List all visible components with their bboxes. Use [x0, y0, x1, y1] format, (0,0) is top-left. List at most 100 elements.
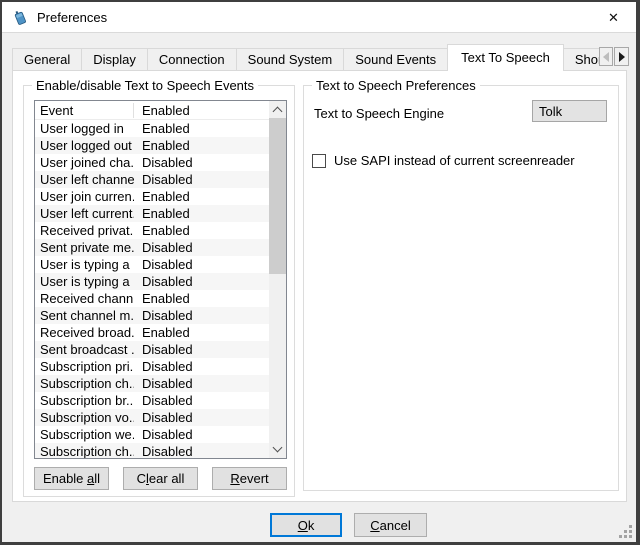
status-cell: Enabled: [134, 325, 190, 340]
event-cell: Subscription br...: [35, 393, 134, 408]
label-part: ear all: [149, 471, 184, 486]
events-list[interactable]: Event Enabled User logged inEnabledUser …: [34, 100, 287, 459]
event-cell: Sent channel m...: [35, 308, 134, 323]
ok-button[interactable]: Ok: [270, 513, 342, 537]
label-accesskey: R: [230, 471, 239, 486]
status-cell: Disabled: [134, 342, 193, 357]
label-part: ll: [94, 471, 100, 486]
event-cell: Sent private me...: [35, 240, 134, 255]
sapi-checkbox-label: Use SAPI instead of current screenreader: [334, 153, 575, 168]
event-row[interactable]: User left channelDisabled: [35, 171, 269, 188]
label-accesskey: O: [298, 518, 308, 533]
tab-page: Enable/disable Text to Speech Events Eve…: [12, 70, 627, 502]
event-cell: User left channel: [35, 172, 134, 187]
event-row[interactable]: User left current...Enabled: [35, 205, 269, 222]
title-bar: Preferences ✕: [2, 2, 636, 33]
event-row[interactable]: Sent channel m...Disabled: [35, 307, 269, 324]
event-row[interactable]: Subscription ch...Disabled: [35, 375, 269, 392]
status-cell: Disabled: [134, 257, 193, 272]
label-part: ancel: [380, 518, 411, 533]
tab-scroll-right-button[interactable]: [614, 47, 629, 66]
event-row[interactable]: Sent broadcast ...Disabled: [35, 341, 269, 358]
status-cell: Disabled: [134, 155, 193, 170]
tab-display[interactable]: Display: [81, 48, 148, 71]
status-cell: Disabled: [134, 427, 193, 442]
event-row[interactable]: User join curren...Enabled: [35, 188, 269, 205]
tab-text-to-speech[interactable]: Text To Speech: [447, 44, 564, 71]
status-cell: Disabled: [134, 410, 193, 425]
tab-scroll-left-button[interactable]: [599, 47, 613, 66]
tts-preferences-group: Text to Speech Preferences Text to Speec…: [303, 85, 619, 491]
event-row[interactable]: Received privat...Enabled: [35, 222, 269, 239]
event-cell: User joined cha...: [35, 155, 134, 170]
event-cell: Subscription we...: [35, 427, 134, 442]
event-cell: User join curren...: [35, 189, 134, 204]
event-row[interactable]: Subscription ch...Disabled: [35, 443, 269, 458]
event-cell: User is typing a ...: [35, 274, 134, 289]
status-cell: Disabled: [134, 274, 193, 289]
event-cell: Subscription ch...: [35, 444, 134, 458]
event-row[interactable]: User joined cha...Disabled: [35, 154, 269, 171]
chevron-up-icon: [273, 107, 283, 117]
clear-all-button[interactable]: Clear all: [123, 467, 198, 490]
event-row[interactable]: Subscription pri...Disabled: [35, 358, 269, 375]
status-cell: Enabled: [134, 138, 190, 153]
event-row[interactable]: Sent private me...Disabled: [35, 239, 269, 256]
status-cell: Disabled: [134, 444, 193, 458]
resize-grip[interactable]: [618, 524, 632, 538]
event-cell: Subscription ch...: [35, 376, 134, 391]
status-cell: Enabled: [134, 291, 190, 306]
status-cell: Disabled: [134, 393, 193, 408]
event-cell: User left current...: [35, 206, 134, 221]
tab-sound-system[interactable]: Sound System: [236, 48, 345, 71]
column-header-enabled[interactable]: Enabled: [134, 103, 190, 118]
right-arrow-icon: [619, 52, 625, 62]
app-icon: [12, 9, 29, 26]
tab-shortcuts[interactable]: Shortcuts: [563, 48, 600, 71]
event-row[interactable]: Subscription br...Disabled: [35, 392, 269, 409]
event-row[interactable]: Received broad...Enabled: [35, 324, 269, 341]
cancel-button[interactable]: Cancel: [354, 513, 427, 537]
vertical-scrollbar[interactable]: [269, 101, 286, 458]
tts-events-group-title: Enable/disable Text to Speech Events: [32, 78, 258, 93]
event-cell: User logged in: [35, 121, 134, 136]
status-cell: Disabled: [134, 240, 193, 255]
sapi-checkbox-row[interactable]: Use SAPI instead of current screenreader: [312, 153, 575, 168]
list-header[interactable]: Event Enabled: [35, 101, 269, 120]
event-row[interactable]: Subscription vo...Disabled: [35, 409, 269, 426]
event-cell: Subscription pri...: [35, 359, 134, 374]
status-cell: Disabled: [134, 308, 193, 323]
event-cell: Received broad...: [35, 325, 134, 340]
column-header-event[interactable]: Event: [35, 103, 134, 118]
event-row[interactable]: Subscription we...Disabled: [35, 426, 269, 443]
event-cell: Sent broadcast ...: [35, 342, 134, 357]
label-accesskey: a: [87, 471, 94, 486]
label-part: k: [308, 518, 315, 533]
list-rows: User logged inEnabledUser logged outEnab…: [35, 120, 269, 458]
close-icon[interactable]: ✕: [591, 2, 636, 33]
label-part: evert: [240, 471, 269, 486]
sapi-checkbox[interactable]: [312, 154, 326, 168]
scrollbar-thumb[interactable]: [269, 118, 286, 274]
event-row[interactable]: User logged inEnabled: [35, 120, 269, 137]
tab-connection[interactable]: Connection: [147, 48, 237, 71]
scroll-up-button[interactable]: [269, 101, 286, 118]
tab-general[interactable]: General: [12, 48, 82, 71]
event-cell: Subscription vo...: [35, 410, 134, 425]
event-row[interactable]: User is typing a ...Disabled: [35, 256, 269, 273]
label-part: Enable: [43, 471, 87, 486]
status-cell: Enabled: [134, 121, 190, 136]
engine-dropdown[interactable]: Tolk: [532, 100, 607, 122]
preferences-dialog: Preferences ✕ GeneralDisplayConnectionSo…: [0, 0, 640, 545]
event-row[interactable]: User logged outEnabled: [35, 137, 269, 154]
event-row[interactable]: User is typing a ...Disabled: [35, 273, 269, 290]
status-cell: Disabled: [134, 359, 193, 374]
enable-all-button[interactable]: Enable all: [34, 467, 109, 490]
event-row[interactable]: Received chann...Enabled: [35, 290, 269, 307]
tab-sound-events[interactable]: Sound Events: [343, 48, 448, 71]
tab-bar: GeneralDisplayConnectionSound SystemSoun…: [12, 44, 600, 71]
status-cell: Enabled: [134, 223, 190, 238]
revert-button[interactable]: Revert: [212, 467, 287, 490]
engine-label: Text to Speech Engine: [314, 106, 444, 121]
scroll-down-button[interactable]: [269, 441, 286, 458]
